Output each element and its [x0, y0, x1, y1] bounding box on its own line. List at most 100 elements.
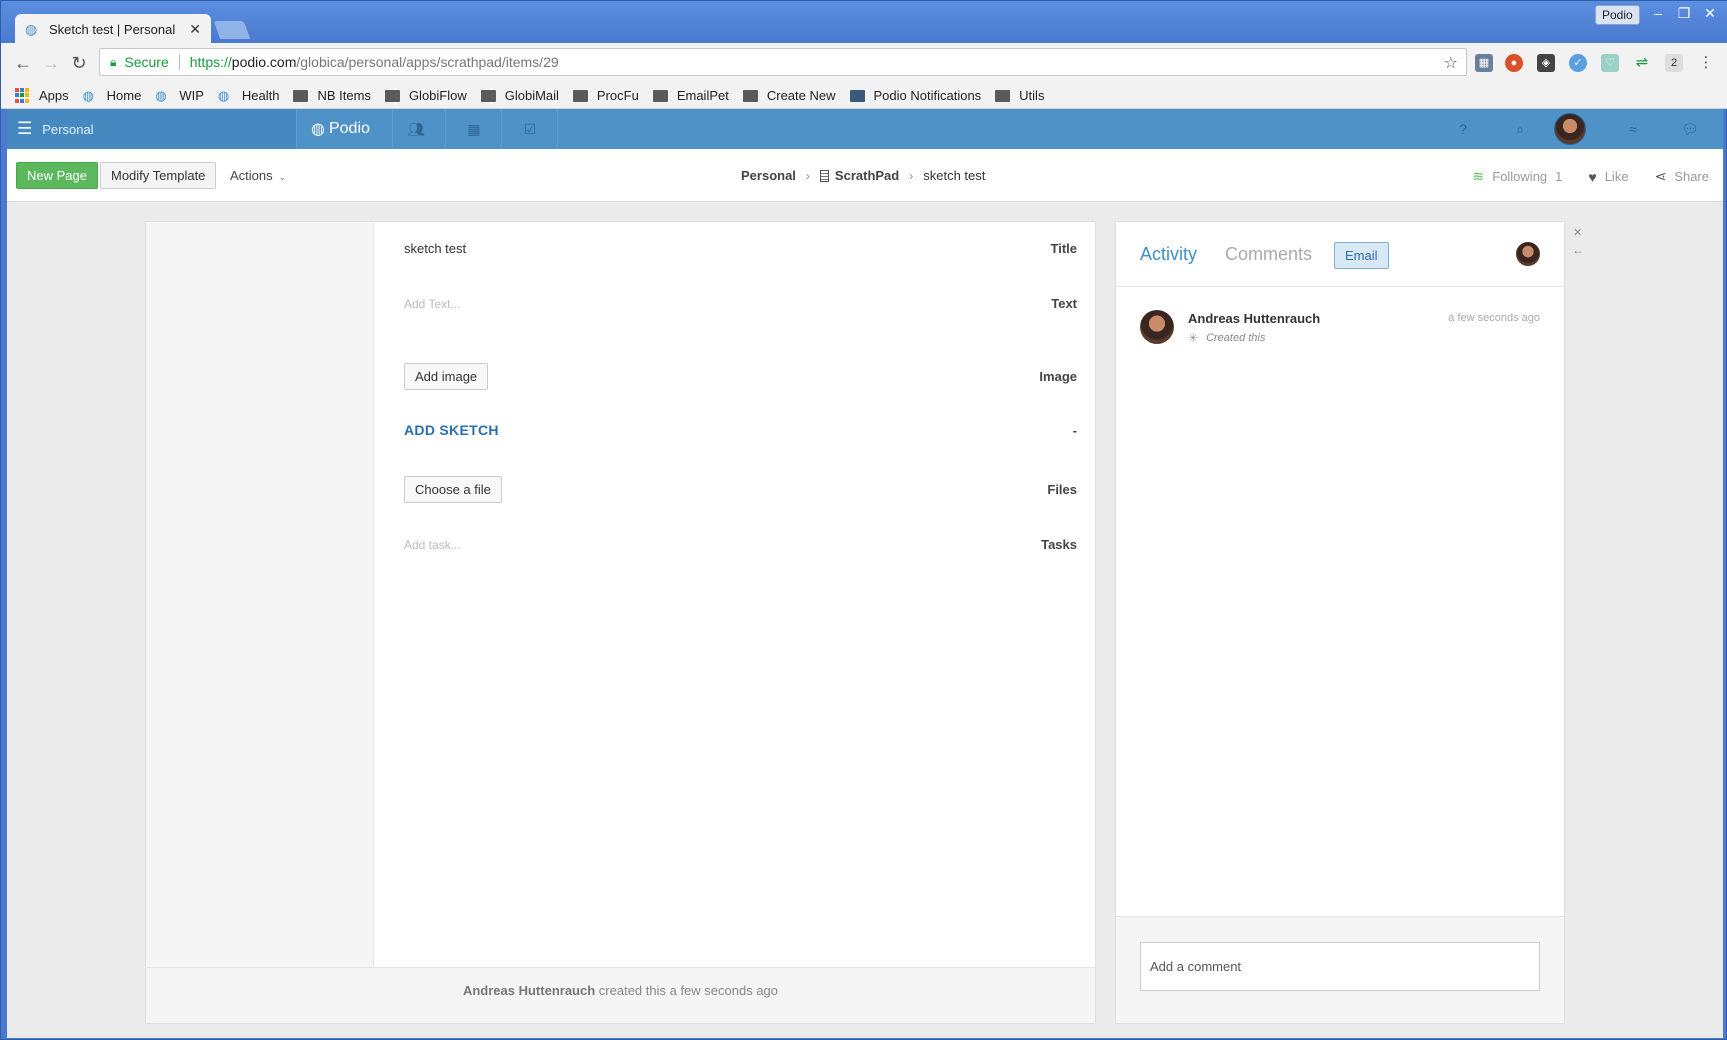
podio-logo-text: Podio: [328, 120, 370, 137]
extension-badge-icon[interactable]: 2: [1665, 54, 1683, 72]
calendar-icon[interactable]: ▦: [465, 120, 483, 138]
choose-file-button[interactable]: Choose a file: [404, 476, 502, 503]
back-icon[interactable]: ←: [11, 51, 35, 75]
title-bar: ◍ Sketch test | Personal ✕ Podio – ❐ ✕: [1, 1, 1727, 44]
folder-icon: [572, 89, 588, 102]
help-icon[interactable]: ?: [1454, 120, 1472, 138]
reload-icon[interactable]: ↻: [67, 51, 91, 75]
nav-divider: [392, 109, 393, 149]
footer-author[interactable]: Andreas Huttenrauch: [463, 983, 595, 998]
tasks-icon[interactable]: ☑: [521, 120, 539, 138]
activity-timestamp: a few seconds ago: [1448, 312, 1540, 324]
workspace-switcher[interactable]: ☰ Personal: [7, 109, 296, 149]
title-field-value[interactable]: sketch test: [404, 241, 466, 256]
apps-grid-icon: [15, 88, 30, 103]
modify-template-button[interactable]: Modify Template: [100, 162, 217, 189]
activity-panel: Activity Comments Email Andreas Huttenra…: [1115, 221, 1565, 1024]
bookmark-star-icon[interactable]: ☆: [1444, 53, 1458, 73]
folder-icon: [742, 89, 758, 102]
created-sparkle-icon: ✳: [1188, 331, 1199, 345]
activity-description: ✳ Created this: [1188, 331, 1265, 345]
add-task-input[interactable]: Add task...: [404, 538, 461, 552]
chevron-right-icon: ›: [909, 168, 914, 183]
bookmark-home[interactable]: ◍ Home: [83, 88, 142, 103]
browser-tab[interactable]: ◍ Sketch test | Personal ✕: [15, 14, 211, 44]
share-button[interactable]: ⋖ Share: [1655, 168, 1709, 185]
breadcrumb-workspace[interactable]: Personal: [741, 168, 796, 183]
bookmark-globimail[interactable]: GlobiMail: [480, 88, 559, 103]
bookmark-globiflow[interactable]: GlobiFlow: [384, 88, 467, 103]
chevron-down-icon: ⌄: [278, 172, 287, 182]
breadcrumb-item: sketch test: [923, 168, 986, 183]
close-panel-icon[interactable]: ✕: [1573, 226, 1582, 239]
forward-icon[interactable]: →: [39, 51, 63, 75]
contacts-icon[interactable]: 👥︎: [407, 120, 425, 138]
tab-comments[interactable]: Comments: [1225, 244, 1312, 265]
comment-input[interactable]: Add a comment: [1140, 942, 1540, 991]
profile-button[interactable]: Podio: [1595, 5, 1640, 25]
chat-icon[interactable]: 💬︎: [1681, 120, 1699, 138]
activity-author-name[interactable]: Andreas Huttenrauch: [1188, 311, 1320, 326]
folder-icon: [480, 89, 496, 102]
podio-home-link[interactable]: ◍ Podio: [311, 119, 370, 139]
share-label: Share: [1674, 169, 1709, 184]
bookmark-procfu[interactable]: ProcFu: [572, 88, 639, 103]
bookmark-nb-items[interactable]: NB Items: [293, 88, 371, 103]
bookmark-health[interactable]: ◍ Health: [218, 88, 280, 103]
user-avatar[interactable]: [1554, 113, 1586, 145]
browser-menu-icon[interactable]: ⋮: [1697, 54, 1715, 72]
extension-calculator-icon[interactable]: ▦: [1475, 54, 1493, 72]
bookmark-label: Utils: [1019, 88, 1045, 103]
collapse-panel-icon[interactable]: ←: [1572, 243, 1584, 257]
bookmark-label: Apps: [39, 88, 69, 103]
breadcrumb: Personal › ScrathPad › sketch test: [741, 168, 985, 183]
field-label-files: Files: [1047, 482, 1077, 497]
bookmark-label: EmailPet: [676, 88, 729, 103]
actions-dropdown[interactable]: Actions ⌄: [230, 168, 286, 183]
browser-toolbar: ← → ↻ 🔒︎ Secure https://podio.com/globic…: [1, 43, 1727, 83]
text-field-input[interactable]: Add Text...: [404, 297, 460, 311]
email-button[interactable]: Email: [1334, 242, 1389, 269]
secure-label: Secure: [124, 54, 169, 70]
breadcrumb-app[interactable]: ScrathPad: [835, 168, 899, 183]
maximize-icon[interactable]: ❐: [1671, 4, 1697, 22]
bookmark-create-new[interactable]: Create New: [742, 88, 836, 103]
add-image-button[interactable]: Add image: [404, 363, 489, 390]
tab-activity[interactable]: Activity: [1140, 244, 1197, 265]
extension-ublock-icon[interactable]: ◈: [1537, 54, 1555, 72]
field-label-sketch: -: [1072, 423, 1077, 438]
new-page-button[interactable]: New Page: [16, 162, 98, 189]
extension-heart-icon[interactable]: ♡: [1601, 54, 1619, 72]
folder-icon: [995, 89, 1011, 102]
participant-avatar[interactable]: [1516, 242, 1540, 266]
bookmark-utils[interactable]: Utils: [995, 88, 1044, 103]
address-bar[interactable]: 🔒︎ Secure https://podio.com/globica/pers…: [99, 48, 1467, 76]
search-icon[interactable]: ⌕: [1511, 120, 1529, 138]
bookmark-wip[interactable]: ◍ WIP: [155, 88, 204, 103]
extension-shield-icon[interactable]: ●: [1505, 54, 1523, 72]
new-tab-button[interactable]: [213, 21, 251, 39]
field-label-title: Title: [1050, 241, 1078, 256]
bookmark-podio-notifications[interactable]: Podio Notifications: [849, 88, 981, 103]
field-label-image: Image: [1039, 369, 1077, 384]
close-tab-icon[interactable]: ✕: [189, 21, 201, 38]
tab-title: Sketch test | Personal: [49, 21, 176, 37]
bookmark-apps[interactable]: Apps: [15, 88, 69, 103]
podio-favicon-icon: ◍: [25, 21, 38, 37]
activity-author-avatar[interactable]: [1140, 310, 1174, 344]
like-label: Like: [1604, 169, 1629, 184]
actions-label: Actions: [230, 168, 273, 183]
extension-check-icon[interactable]: ✓: [1569, 54, 1587, 72]
following-button[interactable]: ≋ Following 1: [1473, 168, 1563, 185]
like-button[interactable]: ♥ Like: [1588, 169, 1628, 185]
hamburger-menu-icon[interactable]: ☰: [17, 119, 32, 139]
add-sketch-link[interactable]: ADD SKETCH: [404, 422, 499, 438]
minimize-icon[interactable]: –: [1645, 4, 1671, 22]
bookmark-label: GlobiFlow: [408, 88, 467, 103]
url-host: podio.com: [231, 54, 297, 70]
notifications-feed-icon[interactable]: ≈: [1624, 120, 1642, 138]
close-window-icon[interactable]: ✕: [1697, 4, 1723, 22]
bookmark-emailpet[interactable]: EmailPet: [652, 88, 729, 103]
extension-code-icon[interactable]: ⇌: [1633, 54, 1651, 72]
bookmark-label: ProcFu: [596, 88, 639, 103]
